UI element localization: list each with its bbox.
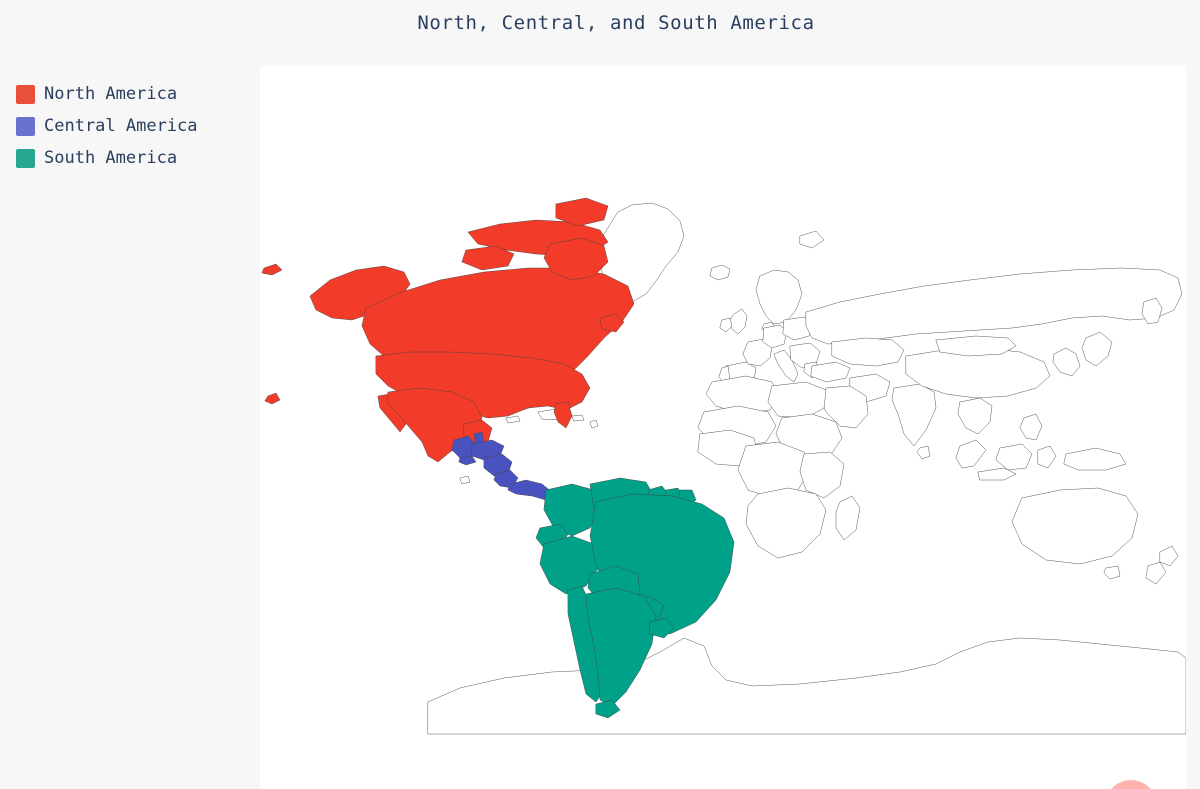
country-puerto-rico[interactable]: [572, 415, 584, 421]
country-united-kingdom[interactable]: [730, 309, 747, 334]
legend-item-north-america[interactable]: North America: [16, 78, 246, 110]
country-sri-lanka[interactable]: [917, 446, 930, 459]
legend-item-label: North America: [44, 83, 178, 104]
legend-swatch-icon-north-america: [16, 84, 35, 104]
americas-landmasses: [262, 198, 734, 718]
country-kazakhstan[interactable]: [832, 338, 904, 366]
country-philippines[interactable]: [1020, 414, 1042, 440]
country-russia[interactable]: [806, 268, 1182, 344]
country-india[interactable]: [892, 384, 936, 446]
country-jamaica[interactable]: [506, 416, 520, 423]
country-sulawesi[interactable]: [1038, 446, 1056, 468]
map-legend: North America Central America South Amer…: [16, 78, 246, 174]
country-east-africa[interactable]: [800, 452, 844, 498]
country-iceland[interactable]: [710, 265, 730, 280]
country-sumatra[interactable]: [956, 440, 986, 468]
island-hawaii-region[interactable]: [265, 393, 280, 404]
country-aleutian-islands[interactable]: [262, 264, 282, 275]
country-tasmania[interactable]: [1104, 566, 1120, 579]
country-norway-sweden-finland[interactable]: [756, 270, 802, 324]
country-new-zealand[interactable]: [1160, 546, 1178, 566]
island-svalbard[interactable]: [800, 231, 824, 248]
country-new-guinea[interactable]: [1064, 448, 1126, 470]
legend-item-label: Central America: [44, 115, 198, 136]
legend-swatch-icon-central-america: [16, 116, 35, 136]
country-mongolia[interactable]: [936, 336, 1016, 356]
map-plot-area[interactable]: [260, 66, 1186, 789]
legend-item-central-america[interactable]: Central America: [16, 110, 246, 142]
country-australia[interactable]: [1012, 488, 1138, 564]
legend-swatch-icon-south-america: [16, 148, 35, 168]
country-korea-japan[interactable]: [1053, 348, 1080, 376]
page-title: North, Central, and South America: [417, 12, 815, 34]
country-borneo[interactable]: [996, 444, 1032, 470]
world-map-svg[interactable]: [260, 66, 1186, 789]
island-galapagos[interactable]: [460, 476, 470, 484]
country-madagascar[interactable]: [836, 496, 860, 540]
country-japan[interactable]: [1082, 332, 1112, 366]
country-central-africa[interactable]: [738, 442, 810, 498]
choropleth-figure: North, Central, and South America North …: [0, 0, 1200, 789]
country-new-zealand-south[interactable]: [1146, 562, 1166, 584]
country-libya-egypt[interactable]: [768, 382, 826, 418]
legend-item-label: South America: [44, 147, 178, 168]
continent-antarctica[interactable]: [428, 638, 1186, 734]
country-indochina[interactable]: [958, 398, 992, 434]
country-ireland[interactable]: [720, 318, 732, 332]
country-turkey[interactable]: [811, 362, 850, 382]
country-southern-africa[interactable]: [746, 488, 826, 558]
country-lesser-antilles[interactable]: [590, 420, 598, 428]
legend-item-south-america[interactable]: South America: [16, 142, 246, 174]
region-florida[interactable]: [554, 402, 572, 428]
